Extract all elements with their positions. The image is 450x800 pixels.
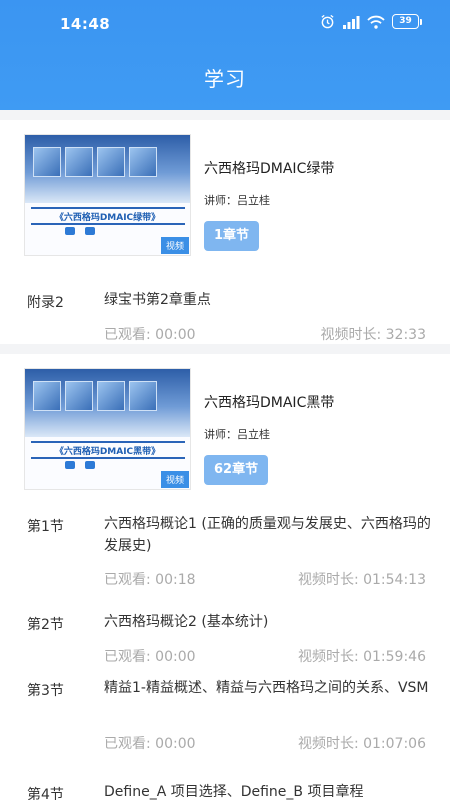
status-icons: 39 bbox=[320, 14, 422, 29]
thumbnail-logos bbox=[65, 227, 95, 235]
thumbnail-title: 《六西格玛DMAIC黑带》 bbox=[54, 447, 161, 457]
thumbnail-title: 《六西格玛DMAIC绿带》 bbox=[54, 213, 161, 223]
lesson-number: 第3节 bbox=[27, 683, 64, 699]
lesson-duration: 视频时长: 01:59:46 bbox=[297, 649, 426, 665]
lesson-number: 第4节 bbox=[27, 787, 64, 800]
page-title: 学习 bbox=[204, 67, 246, 91]
video-tag: 视频 bbox=[160, 471, 189, 488]
lesson-title: 精益1-精益概述、精益与六西格玛之间的关系、VSM bbox=[104, 680, 429, 696]
wifi-icon bbox=[367, 15, 385, 29]
lesson-duration: 视频时长: 01:54:13 bbox=[297, 572, 426, 588]
app-header: 14:48 39 学习 bbox=[0, 0, 450, 110]
lesson-title: 六西格玛概论2 (基本统计) bbox=[104, 614, 269, 630]
lesson-watched: 已观看: 00:00 bbox=[104, 736, 196, 752]
lesson-watched: 已观看: 00:00 bbox=[104, 649, 196, 665]
lesson-duration: 视频时长: 32:33 bbox=[320, 327, 426, 343]
course-list: 《六西格玛DMAIC绿带》 视频 六西格玛DMAIC绿带 讲师：吕立桂 1章节 … bbox=[0, 110, 450, 800]
lesson-title: Define_A 项目选择、Define_B 项目章程 bbox=[104, 784, 364, 800]
chapter-count-badge: 62章节 bbox=[204, 455, 269, 485]
course-card[interactable]: 《六西格玛DMAIC黑带》 视频 六西格玛DMAIC黑带 讲师：吕立桂 62章节… bbox=[0, 354, 450, 800]
course-name: 六西格玛DMAIC绿带 bbox=[204, 161, 335, 177]
lesson-item[interactable]: 第3节 精益1-精益概述、精益与六西格玛之间的关系、VSM 已观看: 00:00… bbox=[0, 666, 450, 758]
lesson-item[interactable]: 第4节 Define_A 项目选择、Define_B 项目章程 bbox=[0, 770, 450, 800]
signal-icon bbox=[342, 15, 360, 29]
chapter-count-badge: 1章节 bbox=[204, 221, 260, 251]
course-name: 六西格玛DMAIC黑带 bbox=[204, 395, 335, 411]
battery-icon: 39 bbox=[392, 14, 422, 29]
lesson-item[interactable]: 第1节 六西格玛概论1 (正确的质量观与发展史、六西格玛的发展史) 已观看: 0… bbox=[0, 502, 450, 594]
lesson-watched: 已观看: 00:00 bbox=[104, 327, 196, 343]
lesson-number: 第2节 bbox=[27, 617, 64, 633]
alarm-icon bbox=[320, 14, 335, 29]
course-header[interactable]: 《六西格玛DMAIC黑带》 视频 六西格玛DMAIC黑带 讲师：吕立桂 62章节 bbox=[0, 354, 450, 490]
status-bar: 14:48 39 bbox=[0, 0, 450, 50]
course-header[interactable]: 《六西格玛DMAIC绿带》 视频 六西格玛DMAIC绿带 讲师：吕立桂 1章节 bbox=[0, 120, 450, 256]
lesson-title: 六西格玛概论1 (正确的质量观与发展史、六西格玛的发展史) bbox=[104, 516, 431, 554]
lesson-number: 第1节 bbox=[27, 519, 64, 535]
battery-level: 39 bbox=[392, 14, 419, 29]
lesson-item[interactable]: 附录2 绿宝书第2章重点 已观看: 00:00 视频时长: 32:33 bbox=[0, 278, 450, 344]
course-teacher: 讲师：吕立桂 bbox=[204, 194, 270, 207]
thumbnail-logos bbox=[65, 461, 95, 469]
course-thumbnail[interactable]: 《六西格玛DMAIC黑带》 视频 bbox=[24, 368, 191, 490]
status-time: 14:48 bbox=[60, 15, 111, 33]
course-teacher: 讲师：吕立桂 bbox=[204, 428, 270, 441]
video-tag: 视频 bbox=[160, 237, 189, 254]
lesson-number: 附录2 bbox=[27, 295, 64, 311]
lesson-watched: 已观看: 00:18 bbox=[104, 572, 196, 588]
lesson-item[interactable]: 第2节 六西格玛概论2 (基本统计) 已观看: 00:00 视频时长: 01:5… bbox=[0, 600, 450, 670]
lesson-duration: 视频时长: 01:07:06 bbox=[297, 736, 426, 752]
lesson-title: 绿宝书第2章重点 bbox=[104, 292, 211, 308]
course-card[interactable]: 《六西格玛DMAIC绿带》 视频 六西格玛DMAIC绿带 讲师：吕立桂 1章节 … bbox=[0, 120, 450, 344]
course-thumbnail[interactable]: 《六西格玛DMAIC绿带》 视频 bbox=[24, 134, 191, 256]
